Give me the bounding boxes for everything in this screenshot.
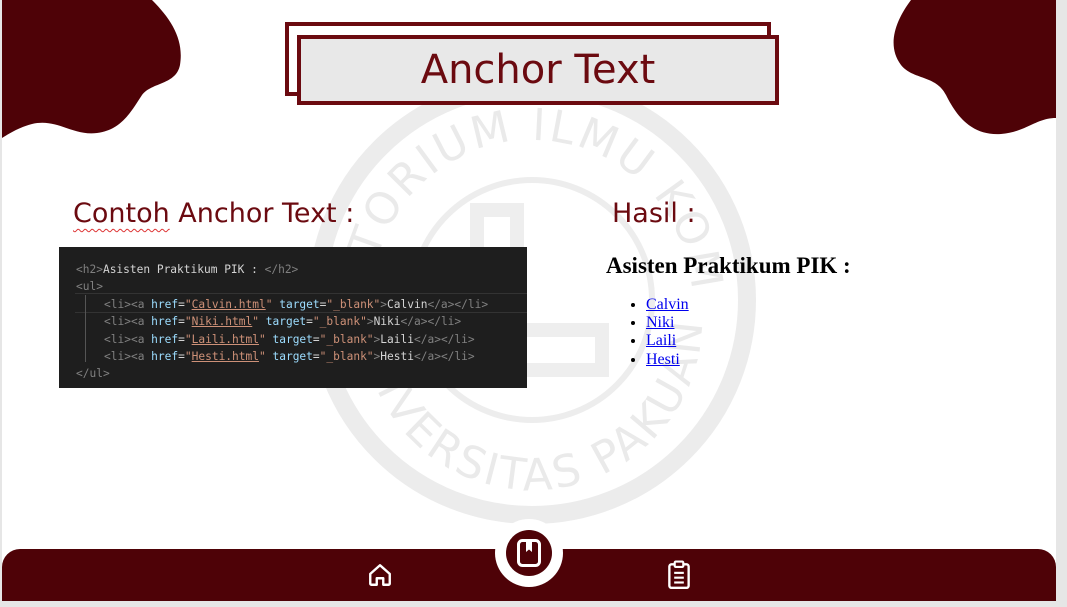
top-left-corner-decoration xyxy=(2,0,181,138)
code-line-item-2: <li><a href="Laili.html" target="_blank"… xyxy=(104,332,475,346)
current-line-highlight xyxy=(75,293,527,313)
list-item: Calvin xyxy=(646,296,689,314)
bookmark-icon xyxy=(517,539,541,567)
list-item: Laili xyxy=(646,332,689,350)
home-icon[interactable] xyxy=(367,562,393,588)
link-niki[interactable]: Niki xyxy=(646,314,674,331)
list-item: Niki xyxy=(646,314,689,332)
code-line-ul-close: </ul> xyxy=(76,367,110,381)
indent-guide xyxy=(85,295,86,362)
result-heading: Asisten Praktikum PIK : xyxy=(606,253,851,278)
link-laili[interactable]: Laili xyxy=(646,332,676,349)
clipboard-icon[interactable] xyxy=(666,560,692,590)
code-snippet: <h2>Asisten Praktikum PIK : </h2> <ul> <… xyxy=(59,247,527,388)
list-item: Hesti xyxy=(646,351,689,369)
bookmark-button-inner xyxy=(506,530,552,576)
code-line-item-1: <li><a href="Niki.html" target="_blank">… xyxy=(104,315,462,329)
left-heading-text: Contoh Anchor Text : xyxy=(73,198,355,229)
top-right-corner-decoration xyxy=(893,0,1056,135)
right-heading: Hasil : xyxy=(612,198,696,229)
link-calvin[interactable]: Calvin xyxy=(646,296,689,313)
link-hesti[interactable]: Hesti xyxy=(646,351,680,368)
left-heading: Contoh Anchor Text : xyxy=(73,198,354,229)
title-box: Anchor Text xyxy=(297,35,779,105)
result-link-list: Calvin Niki Laili Hesti xyxy=(606,296,689,369)
bookmark-button[interactable] xyxy=(495,519,563,587)
slide-title: Anchor Text xyxy=(420,47,656,93)
code-line-item-3: <li><a href="Hesti.html" target="_blank"… xyxy=(104,349,475,363)
misspelled-word: Contoh xyxy=(73,198,170,229)
slide: LABORATORIUM ILMU KOMPUTER UNIVERSITAS P… xyxy=(2,0,1056,601)
code-line-h2: <h2>Asisten Praktikum PIK : </h2> xyxy=(76,263,299,276)
